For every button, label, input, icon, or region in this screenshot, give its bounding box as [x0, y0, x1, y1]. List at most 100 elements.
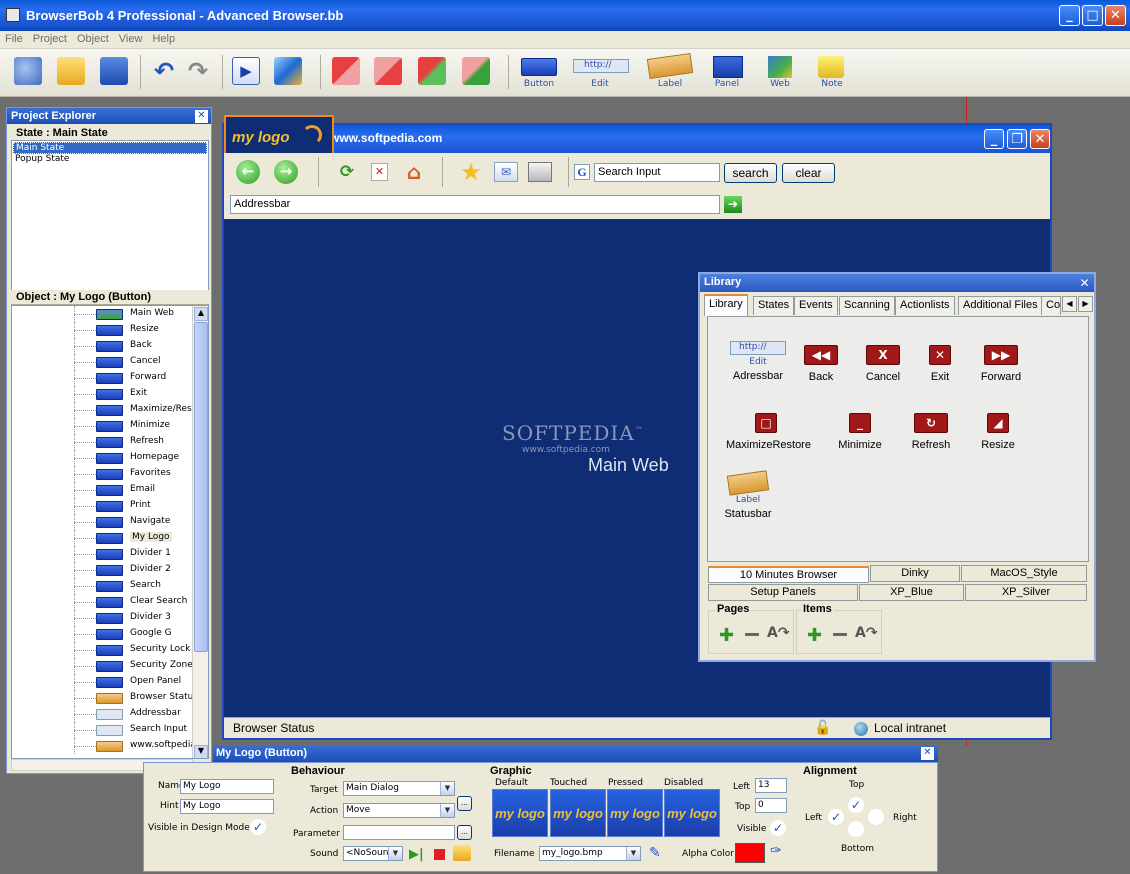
menu-object[interactable]: Object — [72, 31, 114, 47]
tab-scroll-right-icon[interactable]: ▶ — [1078, 296, 1093, 312]
back-icon[interactable]: ← — [236, 160, 260, 184]
tree-item[interactable]: Favorites — [12, 466, 202, 482]
remove-item-icon[interactable] — [833, 633, 847, 636]
state-item-popup[interactable]: Popup State — [12, 154, 208, 166]
skin-tab-dinky[interactable]: Dinky — [870, 565, 960, 582]
email-icon[interactable]: ✉ — [494, 162, 518, 182]
skin-tab-xp-blue[interactable]: XP_Blue — [859, 584, 964, 601]
tree-item[interactable]: Forward — [12, 370, 202, 386]
library-item-statusbar[interactable]: Label Statusbar — [708, 470, 788, 520]
action-select[interactable]: Move ▼ — [343, 803, 455, 818]
redo-icon[interactable]: ↷ — [184, 57, 212, 85]
move-forward-icon[interactable] — [418, 57, 446, 85]
favorites-icon[interactable]: ★ — [458, 159, 484, 185]
search-button[interactable]: search — [724, 163, 777, 183]
menu-view[interactable]: View — [114, 31, 148, 47]
scroll-down-icon[interactable]: ▼ — [194, 745, 208, 758]
top-input[interactable]: 0 — [755, 798, 787, 813]
run-preview-icon[interactable]: ▶ — [232, 57, 260, 85]
library-tab-events[interactable]: Events — [794, 296, 838, 315]
tree-item[interactable]: My Logo — [12, 530, 202, 546]
browser-minimize-button[interactable]: _ — [984, 129, 1004, 149]
tree-item[interactable]: Minimize — [12, 418, 202, 434]
graphic-touched-thumb[interactable]: my logo — [550, 789, 606, 837]
open-folder-icon[interactable] — [57, 57, 85, 85]
props-close-icon[interactable]: ✕ — [921, 747, 934, 760]
tree-item[interactable]: Security Zone — [12, 658, 202, 674]
library-close-icon[interactable]: ✕ — [1078, 277, 1091, 290]
print-icon[interactable] — [528, 162, 552, 182]
edit-tool-icon[interactable]: http:// — [573, 59, 629, 73]
panel-tool-icon[interactable] — [713, 56, 743, 78]
tree-item[interactable]: Refresh — [12, 434, 202, 450]
maximize-button[interactable]: □ — [1082, 5, 1103, 26]
library-item-resize[interactable]: ◢ Resize — [958, 413, 1038, 451]
tree-item[interactable]: Resize — [12, 322, 202, 338]
action-options-button[interactable]: ... — [457, 796, 472, 811]
tree-item[interactable]: Email — [12, 482, 202, 498]
refresh-icon[interactable]: ⟳ — [337, 162, 357, 182]
rename-item-icon[interactable]: A↷ — [855, 625, 878, 641]
skin-tab-macos-style[interactable]: MacOS_Style — [961, 565, 1087, 582]
scroll-up-icon[interactable]: ▲ — [194, 307, 208, 321]
browser-maximize-button[interactable]: ❐ — [1007, 129, 1027, 149]
tree-item[interactable]: Maximize/Restore — [12, 402, 208, 418]
parameter-input[interactable] — [343, 825, 455, 840]
graphic-pressed-thumb[interactable]: my logo — [607, 789, 663, 837]
align-bottom-radio[interactable] — [848, 821, 864, 837]
stop-sound-icon[interactable] — [434, 849, 445, 860]
new-project-icon[interactable] — [14, 57, 42, 85]
tree-item[interactable]: Print — [12, 498, 202, 514]
open-sound-icon[interactable] — [453, 845, 471, 861]
build-icon[interactable] — [274, 57, 302, 85]
tree-item[interactable]: Browser Status — [12, 690, 202, 706]
rename-page-icon[interactable]: A↷ — [767, 625, 790, 641]
clear-search-button[interactable]: clear — [782, 163, 835, 183]
left-input[interactable]: 13 — [755, 778, 787, 793]
tree-item[interactable]: Navigate — [12, 514, 202, 530]
alpha-color-swatch[interactable] — [735, 843, 765, 863]
skin-tab-xp-silver[interactable]: XP_Silver — [965, 584, 1087, 601]
library-tab-additional-files[interactable]: Additional Files — [958, 296, 1043, 315]
library-tab-co[interactable]: Co — [1041, 296, 1061, 315]
scroll-thumb[interactable] — [194, 322, 208, 652]
label-tool-icon[interactable] — [646, 53, 694, 79]
library-item-minimize[interactable]: _ Minimize — [820, 413, 900, 451]
tree-item[interactable]: Clear Search — [12, 594, 202, 610]
minimize-button[interactable]: _ — [1059, 5, 1080, 26]
align-left-radio[interactable]: ✓ — [828, 809, 844, 825]
security-zone-icon[interactable] — [854, 722, 868, 736]
add-item-icon[interactable]: ✚ — [807, 625, 822, 646]
tree-item[interactable]: Divider 1 — [12, 546, 202, 562]
close-button[interactable]: ✕ — [1105, 5, 1126, 26]
tree-item[interactable]: Main Web — [12, 306, 202, 322]
graphic-default-thumb[interactable]: my logo — [492, 789, 548, 837]
browser-close-button[interactable]: ✕ — [1030, 129, 1050, 149]
button-tool-icon[interactable] — [521, 58, 557, 76]
tree-item[interactable]: Search Input — [12, 722, 202, 738]
add-page-icon[interactable]: ✚ — [719, 625, 734, 646]
menu-project[interactable]: Project — [28, 31, 72, 47]
menu-file[interactable]: File — [0, 31, 28, 47]
visible-checkbox[interactable]: ✓ — [770, 820, 786, 836]
color-picker-icon[interactable]: ✑ — [770, 843, 782, 859]
parameter-options-button[interactable]: ... — [457, 825, 472, 840]
hint-input[interactable]: My Logo — [180, 799, 274, 814]
tree-item[interactable]: Google G — [12, 626, 202, 642]
skin-tab-10-minutes-browser[interactable]: 10 Minutes Browser — [708, 566, 869, 583]
addressbar-input[interactable]: Addressbar — [230, 195, 720, 214]
send-back-icon[interactable] — [374, 57, 402, 85]
skin-tab-setup-panels[interactable]: Setup Panels — [708, 584, 858, 601]
move-backward-icon[interactable] — [462, 57, 490, 85]
tree-item[interactable]: Open Panel — [12, 674, 202, 690]
edit-graphic-icon[interactable]: ✎ — [649, 845, 667, 861]
visible-design-checkbox[interactable]: ✓ — [250, 819, 266, 835]
tree-item[interactable]: Back — [12, 338, 202, 354]
tree-item[interactable]: Addressbar — [12, 706, 202, 722]
home-icon[interactable]: ⌂ — [402, 161, 426, 183]
library-tab-scanning[interactable]: Scanning — [839, 296, 895, 315]
align-top-radio[interactable]: ✓ — [848, 797, 864, 813]
name-input[interactable]: My Logo — [180, 779, 274, 794]
menu-help[interactable]: Help — [147, 31, 180, 47]
save-icon[interactable] — [100, 57, 128, 85]
